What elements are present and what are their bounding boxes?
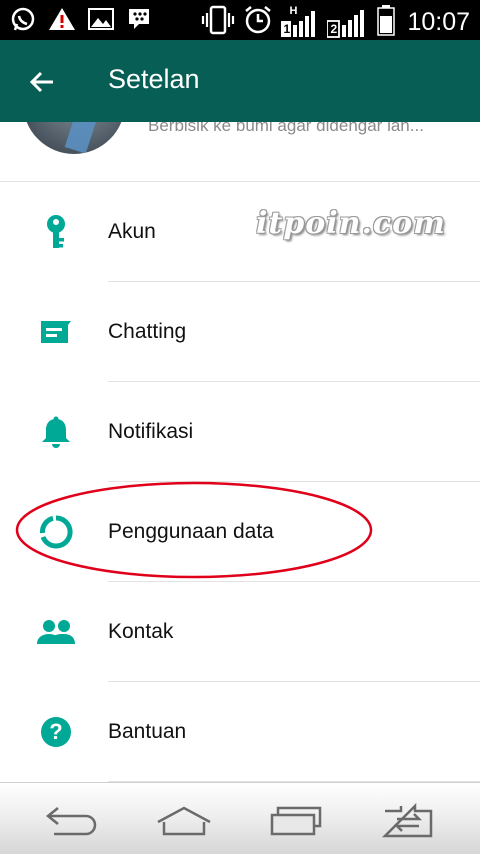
back-button[interactable] <box>22 62 62 102</box>
home-icon <box>157 806 211 836</box>
recent-apps-icon <box>270 806 322 836</box>
nav-recent-apps-button[interactable] <box>266 801 326 841</box>
notification-icons <box>10 6 152 37</box>
settings-item-label: Kontak <box>108 620 174 643</box>
data-usage-icon <box>36 514 76 550</box>
help-icon: ? <box>36 714 76 750</box>
settings-item-label: Penggunaan data <box>108 520 274 543</box>
svg-text:?: ? <box>49 719 62 744</box>
warning-icon <box>48 6 76 37</box>
profile-header[interactable]: Berbisik ke bumi agar didengar lan... <box>0 122 480 182</box>
bell-icon <box>36 414 76 450</box>
back-icon <box>45 807 97 836</box>
nav-switch-button[interactable] <box>378 801 438 841</box>
vibrate-icon <box>201 5 235 40</box>
profile-status: Berbisik ke bumi agar didengar lan... <box>148 122 424 135</box>
avatar[interactable] <box>23 122 125 154</box>
page-title: Setelan <box>108 64 200 94</box>
arrow-left-icon <box>29 71 53 93</box>
settings-item-chatting[interactable]: Chatting <box>0 282 480 382</box>
sim2-label: 2 <box>330 21 338 36</box>
status-bar: 1 H 2 10:07 <box>0 0 480 40</box>
settings-item-label: Notifikasi <box>108 420 194 443</box>
settings-item-label: Akun <box>108 220 156 243</box>
signal-sim2-icon: 2 <box>326 7 369 39</box>
settings-item-label: Bantuan <box>108 720 187 743</box>
chat-icon <box>36 314 76 350</box>
settings-item-label: Chatting <box>108 320 187 343</box>
switch-icon <box>381 803 433 838</box>
key-icon <box>36 214 76 250</box>
bbm-icon <box>126 7 152 36</box>
contacts-icon <box>36 614 76 650</box>
alarm-icon <box>243 5 273 40</box>
settings-item-bantuan[interactable]: ? Bantuan <box>0 682 480 782</box>
system-status-icons: 1 H 2 10:07 <box>201 4 470 41</box>
settings-item-penggunaan-data[interactable]: Penggunaan data <box>0 482 480 582</box>
sim1-label: 1 <box>283 21 291 36</box>
battery-icon <box>377 4 396 41</box>
nav-home-button[interactable] <box>154 801 214 841</box>
settings-item-notifikasi[interactable]: Notifikasi <box>0 382 480 482</box>
navigation-bar <box>0 782 480 854</box>
whatsapp-icon <box>10 6 36 37</box>
nav-back-button[interactable] <box>42 801 102 841</box>
settings-item-kontak[interactable]: Kontak <box>0 582 480 682</box>
clock: 10:07 <box>407 8 470 36</box>
settings-item-akun[interactable]: Akun <box>0 182 480 282</box>
gallery-icon <box>88 7 114 36</box>
app-bar: Setelan <box>0 40 480 122</box>
signal-sim1-icon: 1 H <box>281 4 319 39</box>
settings-list: Akun Chatting Notifikasi Penggunaan data… <box>0 182 480 782</box>
network-type-label: H <box>289 4 298 17</box>
